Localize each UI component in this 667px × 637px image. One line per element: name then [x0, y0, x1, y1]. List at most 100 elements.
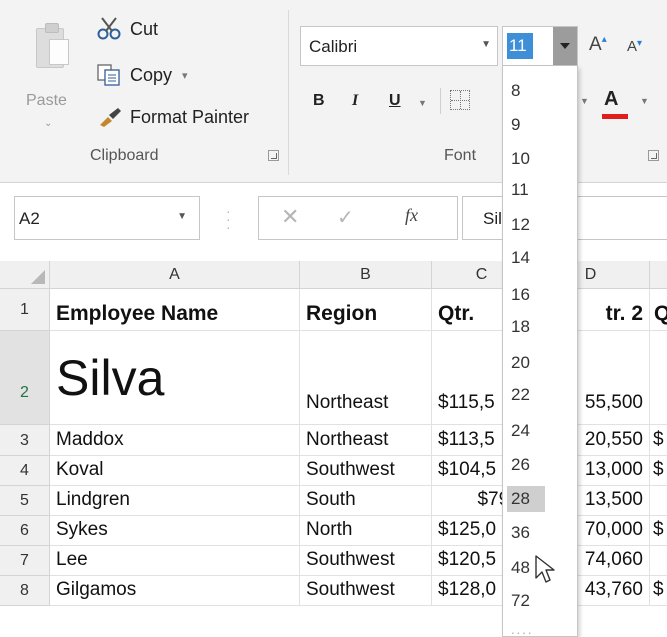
- copy-label: Copy: [130, 64, 173, 85]
- bold-button[interactable]: B: [313, 92, 325, 110]
- table-cell[interactable]: North: [300, 516, 432, 546]
- chevron-down-icon[interactable]: ▼: [580, 96, 589, 106]
- table-cell[interactable]: Q: [650, 289, 667, 331]
- font-size-option[interactable]: 10: [507, 146, 545, 172]
- table-cell[interactable]: Maddox: [50, 425, 300, 456]
- table-cell[interactable]: Northeast: [300, 425, 432, 456]
- table-cell[interactable]: Gilgamos: [50, 576, 300, 606]
- table-cell[interactable]: [650, 331, 667, 425]
- font-size-option[interactable]: 22: [507, 382, 545, 408]
- chevron-down-icon[interactable]: ▾: [182, 69, 188, 82]
- row-header[interactable]: 2: [0, 331, 50, 425]
- insert-function-icon[interactable]: fx: [405, 205, 418, 226]
- row-header[interactable]: 8: [0, 576, 50, 606]
- row-header[interactable]: 1: [0, 289, 50, 331]
- table-cell[interactable]: [650, 486, 667, 516]
- name-box-value: A2: [19, 209, 40, 228]
- decrease-font-size-button[interactable]: A▾: [627, 38, 642, 55]
- copy-icon: [97, 64, 120, 86]
- table-cell[interactable]: South: [300, 486, 432, 516]
- clipboard-icon: [36, 23, 69, 68]
- group-divider: [288, 10, 289, 175]
- table-cell[interactable]: Employee Name: [50, 289, 300, 331]
- font-size-value[interactable]: 11: [507, 33, 533, 59]
- font-size-option[interactable]: 12: [507, 212, 545, 238]
- chevron-down-icon[interactable]: ▼: [418, 98, 427, 108]
- checkmark-icon[interactable]: ✓: [337, 205, 354, 230]
- underline-button[interactable]: U: [389, 92, 401, 110]
- table-cell[interactable]: Northeast: [300, 331, 432, 425]
- table-cell-selected[interactable]: Silva: [50, 331, 300, 425]
- font-name-combobox[interactable]: Calibri ▼: [300, 26, 498, 66]
- column-header-e[interactable]: [650, 261, 667, 289]
- mouse-pointer-icon: [535, 555, 555, 583]
- font-color-swatch: [602, 114, 628, 119]
- resize-handle-icon[interactable]: · · ·: [226, 204, 231, 234]
- table-cell[interactable]: Southwest: [300, 576, 432, 606]
- italic-button[interactable]: I: [352, 92, 358, 110]
- font-size-option[interactable]: 14: [507, 245, 545, 271]
- cancel-icon[interactable]: ✕: [281, 204, 299, 230]
- font-size-option[interactable]: 36: [507, 520, 545, 546]
- table-cell[interactable]: Sykes: [50, 516, 300, 546]
- divider: [440, 88, 441, 114]
- format-painter-button[interactable]: Format Painter: [96, 102, 249, 132]
- cut-button[interactable]: Cut: [96, 14, 158, 44]
- font-size-option[interactable]: 8: [507, 78, 545, 104]
- font-size-combobox[interactable]: 11: [502, 26, 578, 66]
- row-header[interactable]: 3: [0, 425, 50, 456]
- paste-label: Paste: [26, 92, 67, 109]
- arrow-up-icon: ▴: [601, 34, 607, 45]
- font-dialog-launcher-icon[interactable]: [648, 150, 659, 161]
- table-cell[interactable]: $: [650, 576, 667, 606]
- name-box[interactable]: A2 ▼: [14, 196, 200, 240]
- table-cell[interactable]: Lindgren: [50, 486, 300, 516]
- shrink-font-letter: A: [627, 38, 638, 55]
- row-header[interactable]: 4: [0, 456, 50, 486]
- font-name-value: Calibri: [309, 37, 358, 56]
- table-cell[interactable]: Southwest: [300, 456, 432, 486]
- font-size-dropdown-button[interactable]: [553, 27, 577, 65]
- scissors-icon: [97, 17, 121, 40]
- table-cell[interactable]: [650, 546, 667, 576]
- font-group-label: Font: [444, 147, 477, 164]
- select-all-button[interactable]: [0, 261, 50, 289]
- table-cell[interactable]: $: [650, 425, 667, 456]
- font-size-option[interactable]: 11: [507, 177, 545, 203]
- row-header[interactable]: 6: [0, 516, 50, 546]
- font-size-option[interactable]: 26: [507, 452, 545, 478]
- cut-label: Cut: [130, 18, 159, 39]
- font-size-option-hovered[interactable]: 28: [507, 486, 545, 512]
- font-size-option[interactable]: 20: [507, 350, 545, 376]
- increase-font-size-button[interactable]: A▴: [589, 34, 607, 56]
- paintbrush-icon: [100, 108, 121, 127]
- paste-button[interactable]: Paste ⌄: [22, 14, 78, 132]
- table-cell[interactable]: $: [650, 456, 667, 486]
- format-painter-label: Format Painter: [130, 106, 250, 127]
- font-size-option[interactable]: 16: [507, 282, 545, 308]
- table-cell[interactable]: Southwest: [300, 546, 432, 576]
- table-cell[interactable]: $: [650, 516, 667, 546]
- clipboard-group-label: Clipboard: [90, 147, 159, 164]
- row-header[interactable]: 7: [0, 546, 50, 576]
- font-color-button[interactable]: A: [604, 88, 618, 111]
- table-cell[interactable]: Region: [300, 289, 432, 331]
- font-size-option[interactable]: 72: [507, 588, 545, 614]
- chevron-down-icon[interactable]: ▼: [177, 211, 187, 222]
- chevron-down-icon[interactable]: ▼: [640, 96, 649, 106]
- table-cell[interactable]: Koval: [50, 456, 300, 486]
- font-size-option[interactable]: 24: [507, 418, 545, 444]
- table-cell[interactable]: Lee: [50, 546, 300, 576]
- row-header[interactable]: 5: [0, 486, 50, 516]
- borders-icon[interactable]: [450, 90, 470, 110]
- column-header-a[interactable]: A: [50, 261, 300, 289]
- copy-button[interactable]: Copy ▾: [96, 60, 188, 90]
- column-header-b[interactable]: B: [300, 261, 432, 289]
- chevron-down-icon[interactable]: ▼: [481, 39, 491, 50]
- clipboard-dialog-launcher-icon[interactable]: [268, 150, 279, 161]
- formula-controls: ✕ ✓ fx: [258, 196, 458, 240]
- font-size-option[interactable]: 18: [507, 314, 545, 340]
- font-size-dropdown-list: 8 9 10 11 12 14 16 18 20 22 24 26 28 36 …: [502, 66, 578, 637]
- font-size-option[interactable]: 9: [507, 112, 545, 138]
- grow-font-letter: A: [589, 34, 602, 55]
